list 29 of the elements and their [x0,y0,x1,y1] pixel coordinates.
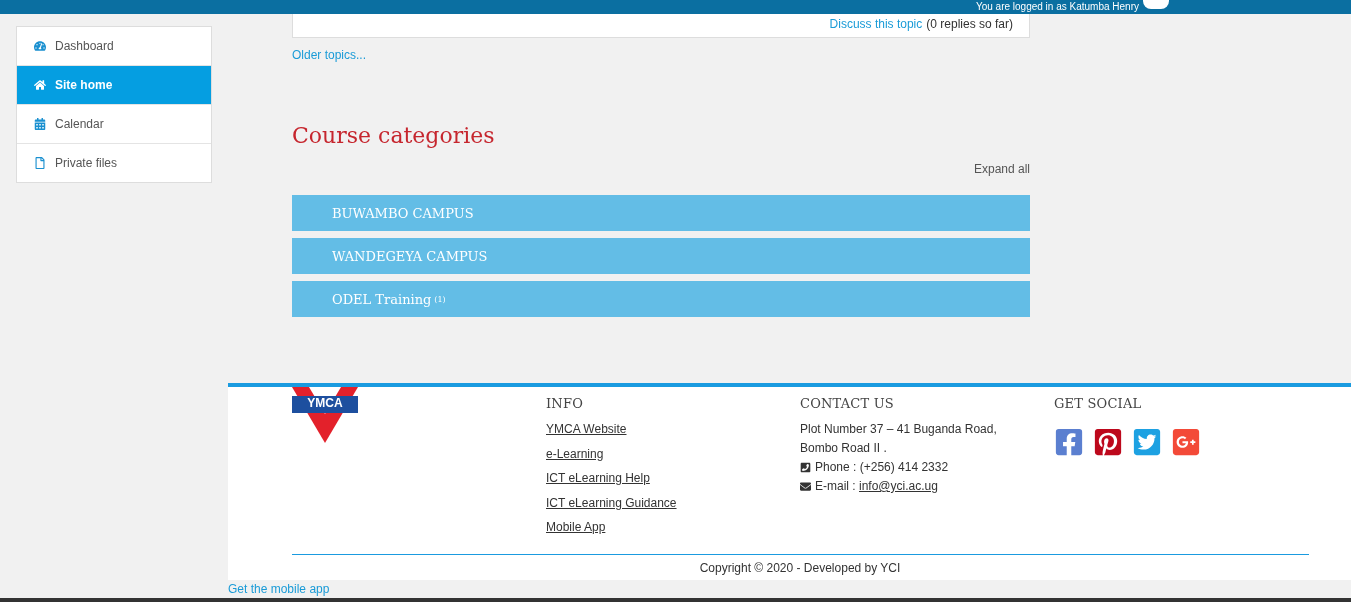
footer-link[interactable]: e-Learning [546,445,604,463]
ymca-logo: YMCA [292,387,358,443]
pinterest-icon[interactable] [1093,427,1123,457]
home-icon [34,79,46,91]
column-heading: INFO [546,395,584,413]
section-heading: Course categories [292,122,496,150]
expand-all-link[interactable]: Expand all [973,162,1030,176]
login-status: You are logged in as Katumba Henry [975,2,1139,12]
address-line: Bombo Road II . [800,440,888,457]
column-heading: GET SOCIAL [1054,395,1143,413]
phone-icon [800,462,811,473]
footer-link[interactable]: YMCA Website [546,421,627,439]
footer-link[interactable]: Mobile App [546,519,606,537]
footer-link[interactable]: ICT eLearning Guidance [546,494,677,512]
twitter-icon[interactable] [1132,427,1162,457]
address-line: Plot Number 37 – 41 Buganda Road, [800,421,998,438]
email-link[interactable]: info@yci.ac.ug [859,477,938,496]
file-icon [34,157,46,169]
email-label: E-mail : [815,478,856,495]
phone-number: Phone : (+256) 414 2332 [815,459,949,476]
column-heading: CONTACT US [800,395,895,413]
footer-link[interactable]: ICT eLearning Help [546,470,650,488]
gauge-icon [34,40,46,52]
reply-count: (0 replies so far) [926,17,1013,31]
copyright-text: Copyright © 2020 - Developed by YCI [699,561,901,575]
google-plus-icon[interactable] [1171,427,1201,457]
facebook-icon[interactable] [1054,427,1084,457]
envelope-icon [800,481,811,492]
calendar-icon [34,118,46,130]
